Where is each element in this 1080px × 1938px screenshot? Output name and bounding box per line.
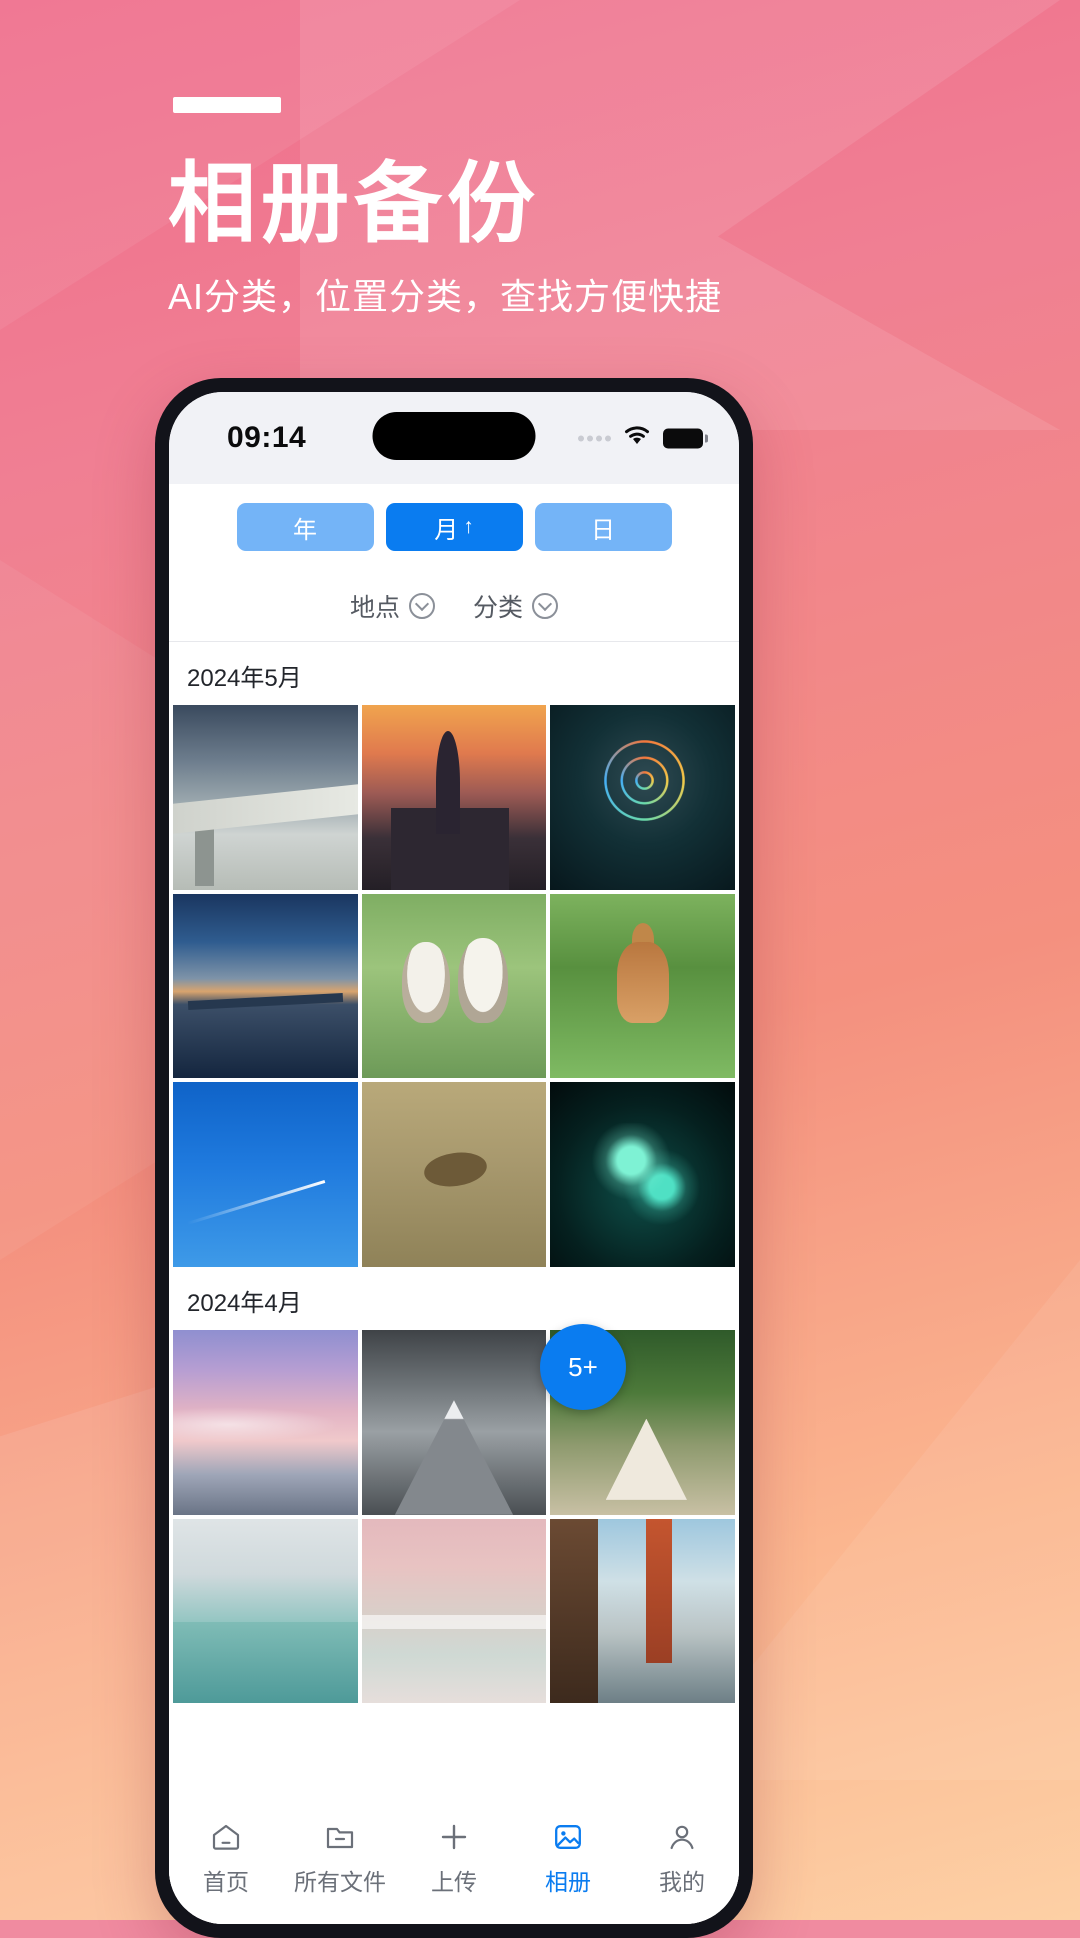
photo-thumbnail[interactable] [361,705,547,890]
photo-thumbnail[interactable] [173,1518,358,1704]
status-indicators [578,425,708,452]
filter-bar: 地点 分类 [169,570,739,642]
photo-thumbnail[interactable] [361,1082,547,1268]
photo-gallery[interactable]: 2024年5月 2024年4月 5+ [169,642,739,1924]
photo-art [173,1330,358,1515]
photo-thumbnail[interactable] [550,1082,735,1268]
dynamic-island [372,412,536,460]
gallery-section: 2024年4月 [169,1267,739,1704]
bottom-tab-bar: 首页 所有文件 上传 相册 我的 [169,1806,739,1924]
photo-art [173,1518,358,1704]
photo-thumbnail[interactable] [550,705,735,890]
user-icon [665,1820,699,1854]
segment-year-label: 年 [293,516,317,544]
tab-all-files[interactable]: 所有文件 [283,1820,397,1897]
tab-mine[interactable]: 我的 [625,1820,739,1897]
photo-thumbnail[interactable] [173,893,358,1079]
photo-thumbnail[interactable] [361,1330,547,1515]
photo-thumbnail[interactable] [550,1518,735,1704]
status-time: 09:14 [227,421,307,454]
photo-icon [551,1820,585,1854]
tab-all-files-label: 所有文件 [294,1869,386,1895]
photo-count-badge[interactable]: 5+ [540,1324,626,1410]
timescale-segmented-control: 年 月 ↑ 日 [169,484,739,570]
photo-art [361,1082,547,1268]
photo-art [361,1330,547,1515]
status-bar: 09:14 [169,392,739,484]
section-title: 2024年5月 [187,665,302,692]
signal-dots-icon [578,435,611,441]
home-icon [209,1820,243,1854]
section-title: 2024年4月 [187,1290,302,1318]
gallery-section: 2024年5月 [169,642,739,1268]
photo-art [173,1082,358,1268]
folder-icon [323,1820,357,1854]
chevron-down-circle-icon [532,592,559,619]
plus-icon [437,1820,471,1854]
filter-category-label: 分类 [473,593,524,622]
photo-art [361,1518,547,1704]
page-title: 相册备份 [168,154,541,253]
photo-art [550,1082,735,1268]
photo-art [173,893,358,1079]
tab-mine-label: 我的 [659,1869,705,1895]
segment-day-label: 日 [591,516,615,544]
photo-art [550,705,735,890]
photo-thumbnail[interactable] [361,1518,547,1704]
tab-upload[interactable]: 上传 [397,1820,511,1897]
tab-album[interactable]: 相册 [511,1820,625,1897]
filter-category[interactable]: 分类 [473,588,559,624]
sort-arrow-icon: ↑ [463,515,474,538]
photo-art [550,1518,735,1704]
segment-year[interactable]: 年 [236,503,374,551]
page-subtitle: AI分类，位置分类，查找方便快捷 [168,276,723,317]
photo-art [550,893,735,1079]
tab-home[interactable]: 首页 [169,1820,283,1897]
photo-thumbnail[interactable] [173,1082,358,1268]
filter-location-label: 地点 [349,593,400,622]
tab-album-label: 相册 [545,1869,591,1895]
tab-home-label: 首页 [203,1869,249,1895]
segment-day[interactable]: 日 [534,503,672,551]
photo-thumbnail[interactable] [550,893,735,1079]
phone-mockup: 09:14 年 月 ↑ 日 地点 分类 2024年5月 2024年4月 5+ 首… [155,378,753,1938]
header-rule [173,97,281,113]
photo-thumbnail[interactable] [173,1330,358,1515]
chevron-down-circle-icon [409,592,435,619]
battery-icon [663,428,708,448]
segment-month-label: 月 [434,516,459,544]
photo-grid [169,1330,739,1704]
photo-grid [169,705,739,1268]
segment-month[interactable]: 月 ↑ [385,503,523,551]
tab-upload-label: 上传 [431,1869,477,1895]
filter-location[interactable]: 地点 [350,588,435,624]
phone-screen: 09:14 年 月 ↑ 日 地点 分类 2024年5月 2024年4月 5+ 首… [169,392,739,1924]
photo-thumbnail[interactable] [361,893,547,1079]
photo-art [361,893,547,1079]
photo-thumbnail[interactable] [173,705,358,890]
photo-art [173,705,358,890]
wifi-icon [622,425,652,452]
photo-art [361,705,547,890]
